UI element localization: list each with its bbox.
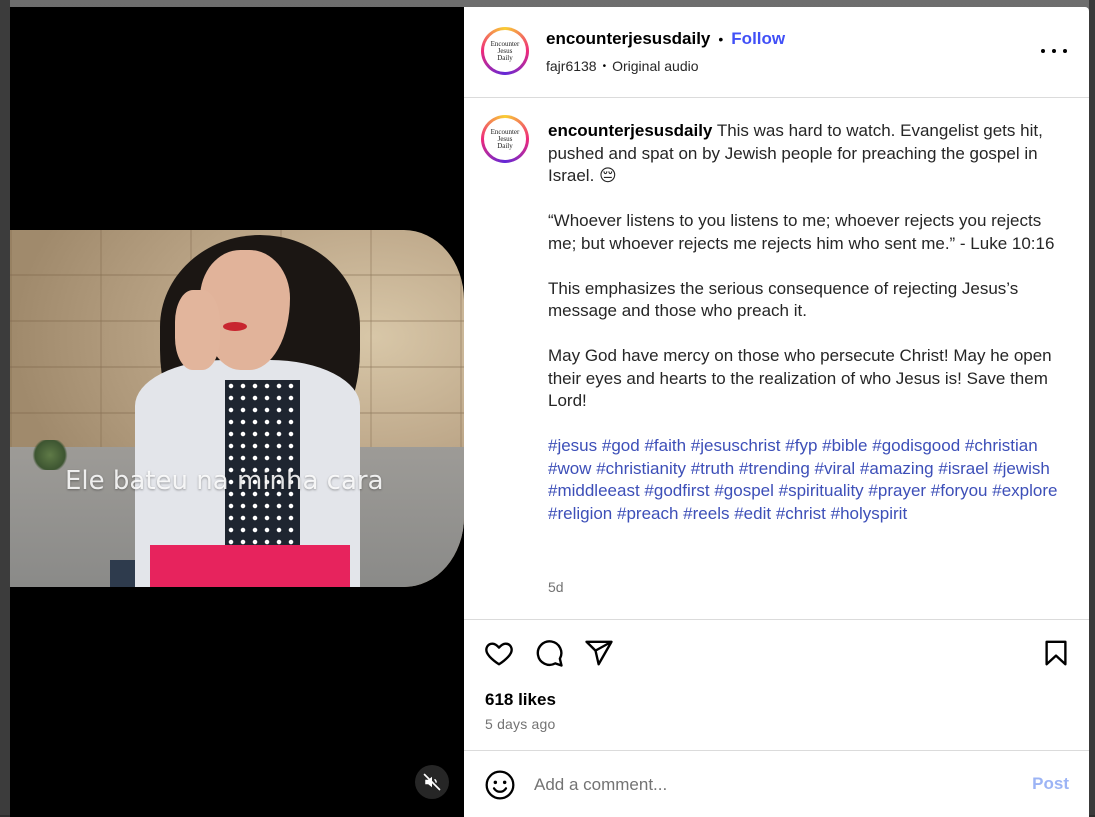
hashtag-link[interactable]: #preach (617, 504, 678, 523)
person-skirt (150, 545, 350, 587)
separator-dot: • (602, 60, 607, 72)
post-comment-button[interactable]: Post (1032, 774, 1069, 794)
author-line: encounterjesusdaily • Follow (546, 29, 785, 49)
hashtag-link[interactable]: #jesuschrist (691, 436, 781, 455)
action-bar (464, 634, 1089, 674)
audio-label[interactable]: Original audio (612, 58, 698, 74)
hashtag-link[interactable]: #wow (548, 459, 591, 478)
avatar-logo: Encounter Jesus Daily (490, 127, 520, 150)
caption-area: Encounter Jesus Daily encounterjesusdail… (464, 99, 1089, 620)
caption-text: encounterjesusdaily This was hard to wat… (548, 120, 1058, 525)
hashtag-link[interactable]: #middleeast (548, 481, 640, 500)
hashtag-link[interactable]: #explore (992, 481, 1057, 500)
caption-paragraph-2: “Whoever listens to you listens to me; w… (548, 211, 1055, 253)
author-avatar[interactable]: Encounter Jesus Daily (481, 27, 529, 75)
more-dot-icon (1063, 49, 1067, 53)
hashtag-link[interactable]: #spirituality (779, 481, 864, 500)
mute-button[interactable] (415, 765, 449, 799)
hashtag-link[interactable]: #christian (965, 436, 1038, 455)
share-icon[interactable] (584, 638, 614, 668)
backdrop-edge (1089, 0, 1095, 817)
hashtag-link[interactable]: #gospel (714, 481, 774, 500)
hashtag-link[interactable]: #bible (822, 436, 867, 455)
hashtag-link[interactable]: #viral (815, 459, 856, 478)
hashtag-link[interactable]: #reels (683, 504, 729, 523)
hashtag-link[interactable]: #religion (548, 504, 612, 523)
post-date: 5 days ago (485, 716, 556, 732)
separator-dot: • (718, 31, 724, 47)
post-panel: Encounter Jesus Daily encounterjesusdail… (464, 7, 1089, 817)
more-dot-icon (1041, 49, 1045, 53)
hashtag-link[interactable]: #trending (739, 459, 810, 478)
hashtag-link[interactable]: #christianity (596, 459, 686, 478)
more-dot-icon (1052, 49, 1056, 53)
hashtag-link[interactable]: #faith (644, 436, 686, 455)
caption-paragraph-1: encounterjesusdaily This was hard to wat… (548, 121, 1043, 185)
comment-bar: Post (464, 750, 1089, 817)
hashtag-list: #jesus #god #faith #jesuschrist #fyp #bi… (548, 435, 1058, 525)
emoji-icon[interactable] (484, 769, 516, 801)
hashtag-link[interactable]: #christ (776, 504, 826, 523)
caption-paragraph-4: May God have mercy on those who persecut… (548, 346, 1052, 410)
video-frame[interactable]: Ele bateu na minha cara (10, 230, 464, 587)
hashtag-link[interactable]: #edit (734, 504, 771, 523)
hashtag-link[interactable]: #godfirst (644, 481, 709, 500)
author-username[interactable]: encounterjesusdaily (546, 29, 710, 49)
follow-button[interactable]: Follow (731, 29, 785, 49)
hashtag-link[interactable]: #foryou (931, 481, 988, 500)
more-options-button[interactable] (1041, 41, 1067, 61)
video-subtitle: Ele bateu na minha cara (65, 466, 384, 496)
comment-icon[interactable] (534, 638, 564, 668)
hashtag-link[interactable]: #fyp (785, 436, 817, 455)
heart-icon[interactable] (484, 638, 514, 668)
hashtag-link[interactable]: #god (602, 436, 640, 455)
like-count[interactable]: 618 likes (485, 690, 556, 710)
post-header: Encounter Jesus Daily encounterjesusdail… (464, 7, 1089, 98)
comment-input[interactable] (534, 771, 1014, 799)
caption-paragraph-3: This emphasizes the serious consequence … (548, 278, 1019, 321)
audio-line: fajr6138 • Original audio (546, 58, 699, 74)
person-top (225, 380, 300, 550)
video-player[interactable]: Ele bateu na minha cara (10, 7, 464, 817)
audio-user[interactable]: fajr6138 (546, 58, 597, 74)
caption-avatar[interactable]: Encounter Jesus Daily (481, 115, 529, 163)
hashtag-link[interactable]: #godisgood (872, 436, 960, 455)
hashtag-link[interactable]: #jewish (993, 459, 1050, 478)
caption-timestamp: 5d (548, 579, 564, 595)
bookmark-icon[interactable] (1041, 638, 1071, 668)
speaker-muted-icon (423, 773, 441, 791)
hashtag-link[interactable]: #prayer (868, 481, 926, 500)
person-lips (223, 322, 247, 331)
plant (30, 440, 70, 470)
avatar-logo: Encounter Jesus Daily (490, 39, 520, 62)
hashtag-link[interactable]: #amazing (860, 459, 934, 478)
hashtag-link[interactable]: #truth (691, 459, 734, 478)
hashtag-link[interactable]: #jesus (548, 436, 597, 455)
caption-username[interactable]: encounterjesusdaily (548, 121, 712, 140)
hashtag-link[interactable]: #holyspirit (831, 504, 908, 523)
person-hand (175, 290, 220, 370)
hashtag-link[interactable]: #israel (938, 459, 988, 478)
